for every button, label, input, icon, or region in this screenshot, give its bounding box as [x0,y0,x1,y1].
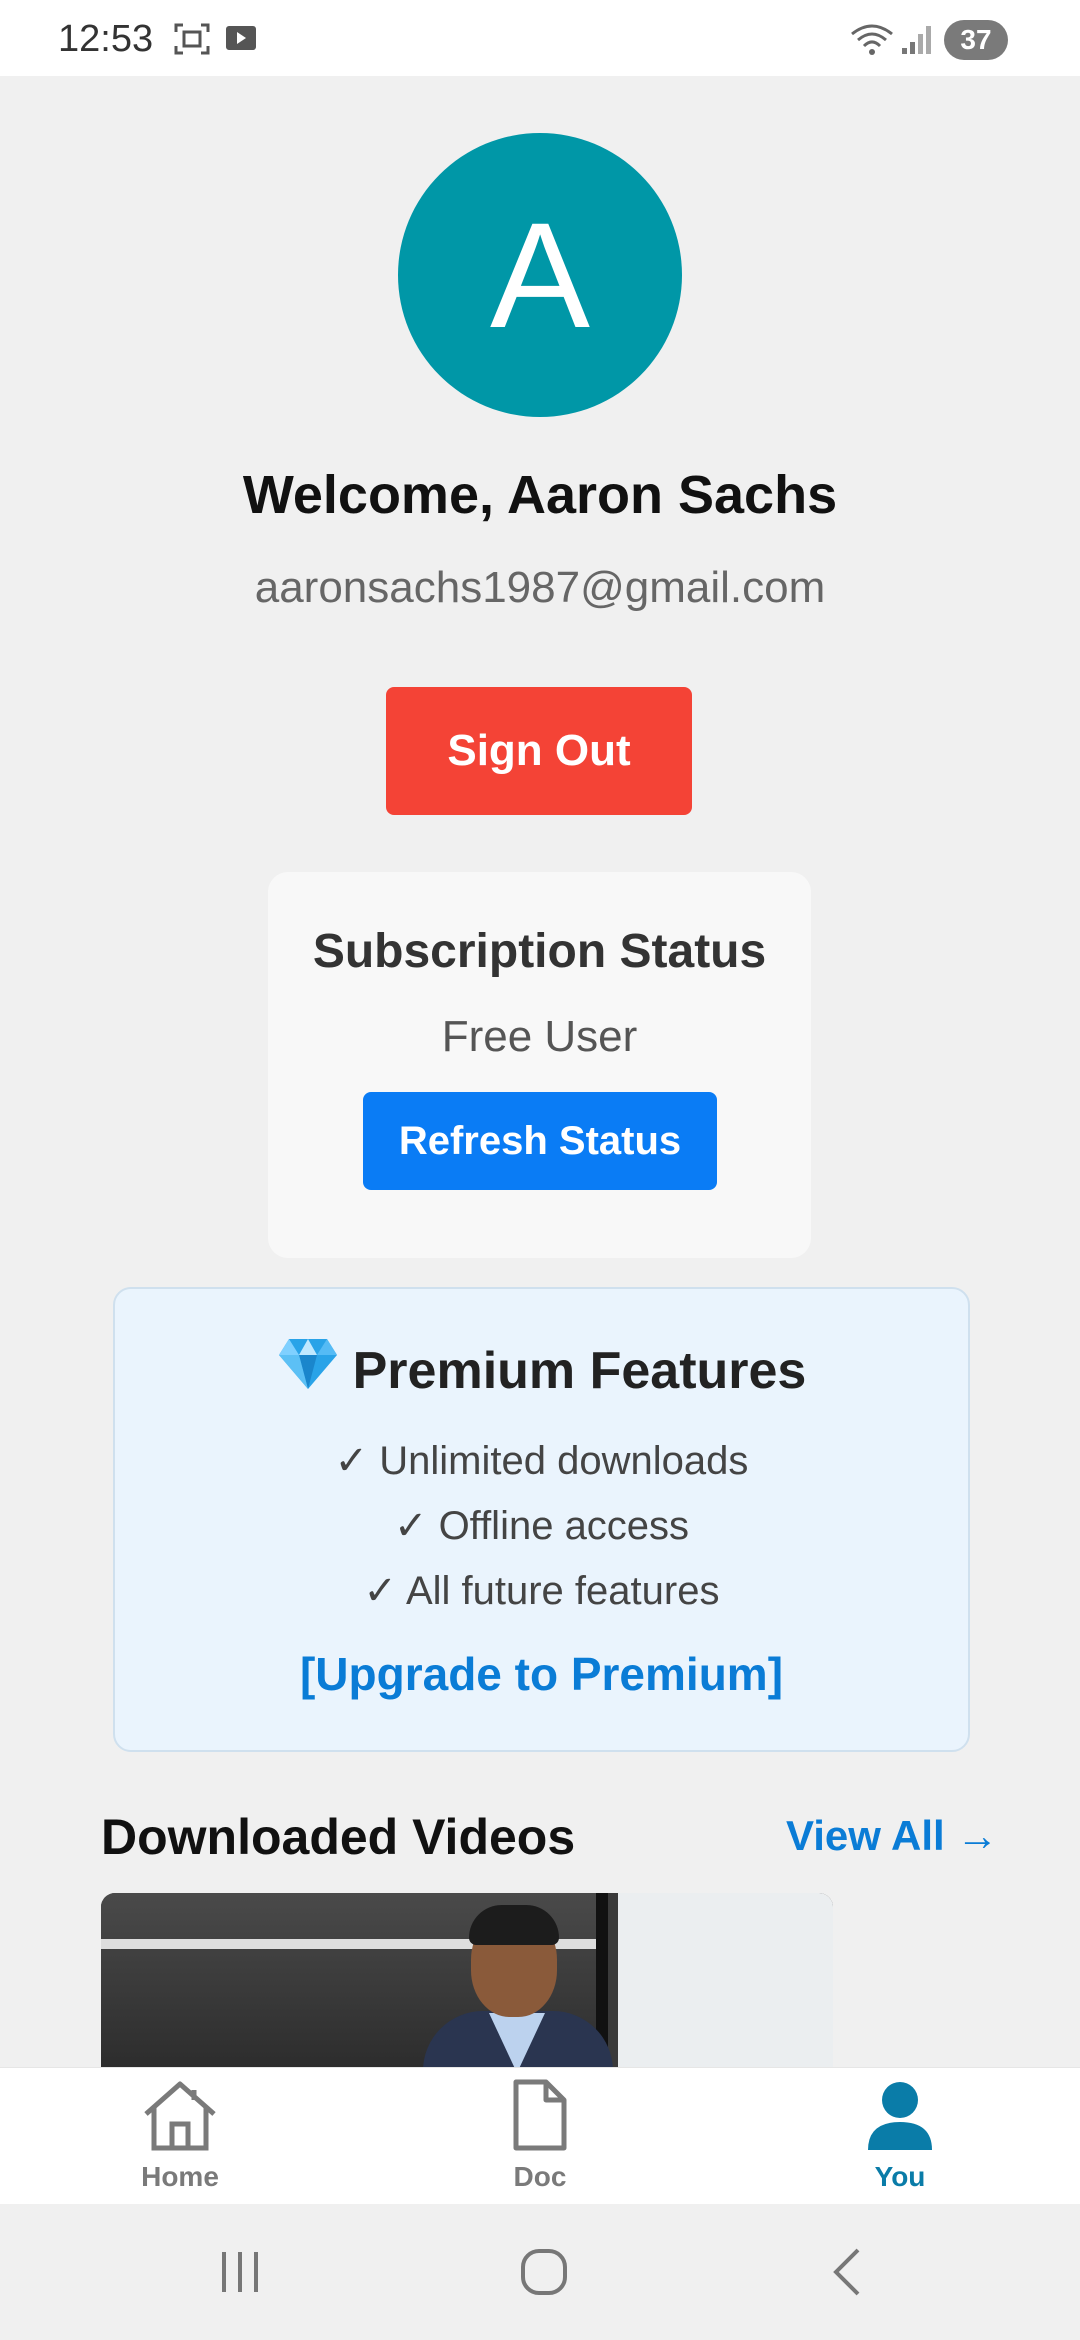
premium-title-row: Premium Features [115,1337,968,1404]
battery-icon: 37 [944,20,1008,60]
premium-features-card: Premium Features ✓ Unlimited downloads ✓… [113,1287,970,1752]
bottom-nav: Home Doc You [0,2067,1080,2205]
subscription-title: Subscription Status [312,925,767,978]
document-icon [500,2078,580,2157]
thumbnail-wall [618,1893,833,2067]
video-thumbnail[interactable] [101,1893,833,2067]
screenshot-icon [174,22,210,61]
nav-item-home[interactable]: Home [80,2078,280,2198]
home-circle-icon[interactable] [518,2246,570,2303]
subscription-card: Subscription Status Free User Refresh St… [268,872,811,1258]
media-icon [224,22,260,59]
home-icon [140,2078,220,2157]
premium-feature: ✓ Offline access [393,1504,690,1548]
nav-item-you[interactable]: You [800,2078,1000,2198]
status-time: 12:53 [58,18,154,60]
premium-feature: ✓ Unlimited downloads [334,1439,749,1483]
back-icon[interactable] [826,2246,870,2303]
avatar-letter: A [489,190,591,359]
recents-icon[interactable] [216,2248,264,2301]
nav-item-doc[interactable]: Doc [440,2078,640,2198]
upgrade-premium-link[interactable]: [Upgrade to Premium] [115,1647,968,1701]
nav-label-home: Home [141,2161,219,2192]
nav-label-doc: Doc [513,2161,567,2192]
thumbnail-person-hair [469,1905,559,1945]
downloaded-videos-title: Downloaded Videos [101,1809,576,1865]
nav-label-you: You [874,2161,926,2192]
premium-feature: ✓ All future features [363,1569,720,1613]
avatar: A [398,133,682,417]
subscription-status: Free User [441,1012,638,1061]
wifi-icon [850,22,894,61]
system-nav-bar [0,2204,1080,2340]
user-email: aaronsachs1987@gmail.com [254,563,826,612]
refresh-status-button[interactable]: Refresh Status [363,1092,717,1190]
sign-out-button[interactable]: Sign Out [386,687,692,815]
signal-icon [900,22,934,61]
premium-feature-list: ✓ Unlimited downloads ✓ Offline access ✓… [115,1429,968,1624]
welcome-heading: Welcome, Aaron Sachs [242,465,838,525]
gem-icon [277,1337,339,1404]
view-all-link[interactable]: View All → [786,1812,998,1860]
person-icon [860,2078,940,2157]
premium-title: Premium Features [352,1341,807,1400]
status-bar: 12:53 37 [0,0,1080,76]
